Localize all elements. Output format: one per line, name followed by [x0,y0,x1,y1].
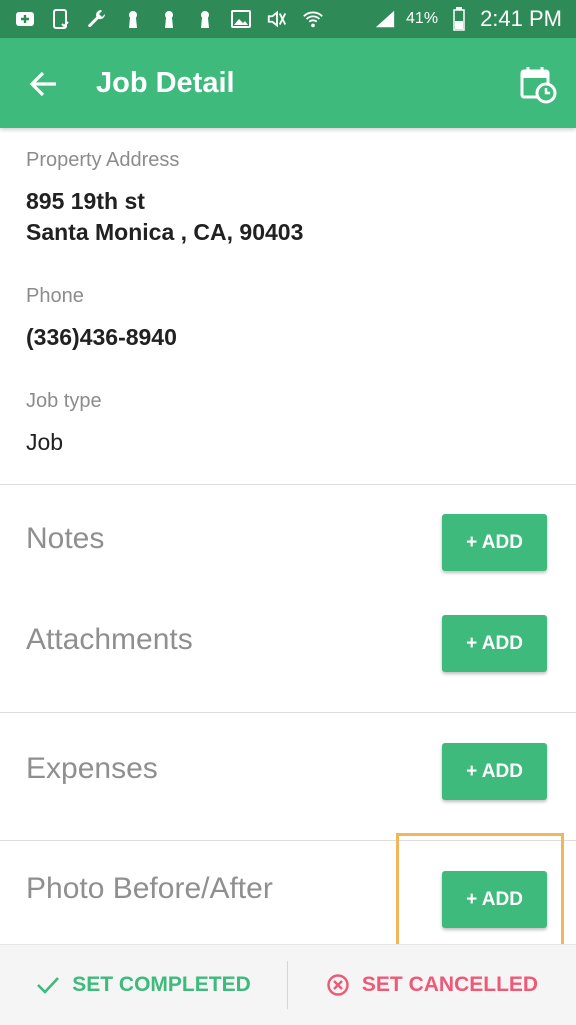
phone-value[interactable]: (336)436-8940 [26,324,177,351]
divider [0,712,576,713]
job-type-value: Job [26,429,64,455]
divider [0,484,576,485]
add-photo-button[interactable]: + ADD [442,871,547,928]
photo-title: Photo Before/After [26,872,273,905]
keyhole-icon [194,8,216,30]
status-bar: 41% 2:41 PM [0,0,576,38]
calendar-clock-icon [520,67,557,104]
add-expense-button[interactable]: + ADD [442,743,547,800]
notes-title: Notes [26,522,105,555]
mute-icon [266,8,288,30]
address-label: Property Address [26,149,180,171]
bottom-action-bar: SET COMPLETED SET CANCELLED [0,944,576,1025]
arrow-left-icon [29,71,56,97]
check-icon [37,977,60,994]
expenses-title: Expenses [26,752,158,785]
address-line2: Santa Monica , CA, 90403 [26,219,304,245]
divider [0,840,576,841]
image-icon [230,8,252,30]
phone-label: Phone [26,285,84,307]
add-notification-icon [14,8,36,30]
page-title: Job Detail [96,67,235,99]
wrench-icon [86,8,108,30]
signal-icon [374,8,396,30]
job-type-label: Job type [26,390,102,412]
attachments-title: Attachments [26,623,193,656]
set-cancelled-label: SET CANCELLED [361,973,539,996]
back-button[interactable] [24,66,64,102]
schedule-button[interactable] [518,64,558,104]
add-attachment-button[interactable]: + ADD [442,615,547,672]
wifi-icon [302,8,324,30]
status-time: 2:41 PM [480,6,562,31]
battery-icon [448,7,470,31]
keyhole-icon [122,8,144,30]
set-cancelled-button[interactable]: SET CANCELLED [288,945,576,1025]
add-note-button[interactable]: + ADD [442,514,547,571]
keyhole-icon [158,8,180,30]
set-completed-button[interactable]: SET COMPLETED [0,945,287,1025]
set-completed-label: SET COMPLETED [72,973,251,996]
address-line1: 895 19th st [26,188,145,214]
device-check-icon [50,8,72,30]
app-bar: Job Detail [0,38,576,128]
cancel-circle-icon [327,974,349,996]
battery-percentage: 41% [406,10,439,27]
